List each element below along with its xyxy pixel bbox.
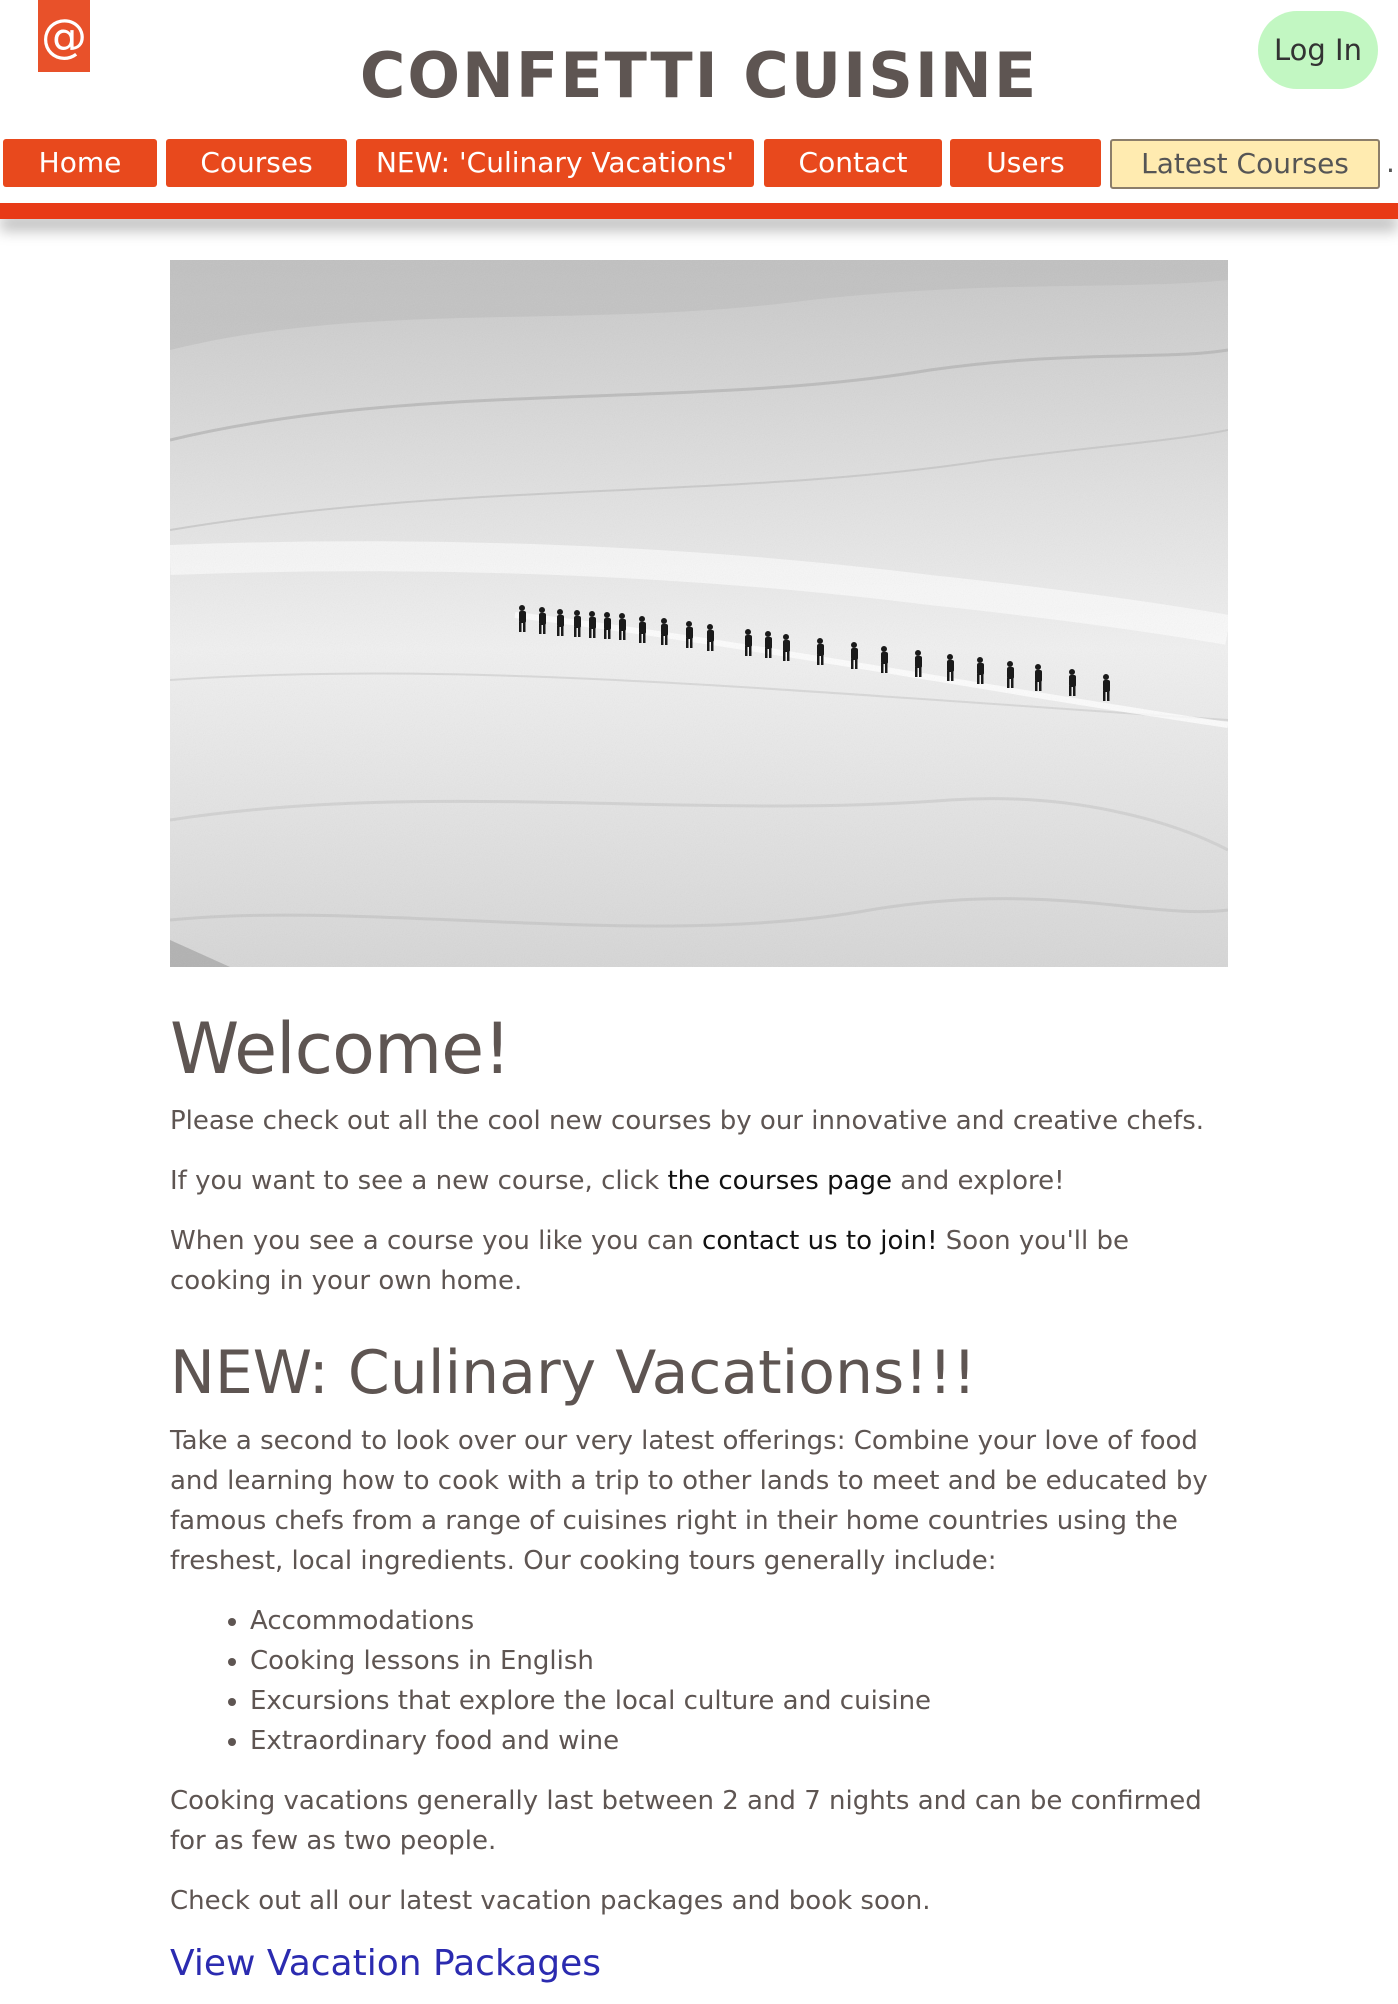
site-header: @ CONFETTI CUISINE Log In Home Courses N… [0, 0, 1398, 219]
nav-item-home[interactable]: Home [3, 139, 157, 187]
header-divider [0, 203, 1398, 219]
vacations-intro: Take a second to look over our very late… [170, 1426, 1208, 1576]
nav-item-users[interactable]: Users [950, 139, 1101, 187]
list-item: Cooking lessons in English [250, 1641, 1228, 1681]
site-title: CONFETTI CUISINE [359, 39, 1039, 112]
nav-item-culinary-vacations[interactable]: NEW: 'Culinary Vacations' [356, 139, 754, 187]
list-item: Accommodations [250, 1601, 1228, 1641]
tour-includes-list: Accommodations Cooking lessons in Englis… [170, 1601, 1228, 1761]
vacations-duration: Cooking vacations generally last between… [170, 1786, 1202, 1856]
main-content: Welcome! Please check out all the cool n… [170, 260, 1228, 1984]
nav-item-courses[interactable]: Courses [166, 139, 347, 187]
text-span: If you want to see a new course, click [170, 1166, 668, 1196]
welcome-paragraph-2: If you want to see a new course, click t… [170, 1161, 1228, 1201]
courses-page-link[interactable]: the courses page [667, 1166, 892, 1196]
list-item: Extraordinary food and wine [250, 1721, 1228, 1761]
text-span: When you see a course you like you can [170, 1226, 703, 1256]
login-button[interactable]: Log In [1258, 11, 1378, 89]
vacations-heading: NEW: Culinary Vacations!!! [170, 1338, 977, 1408]
contact-link[interactable]: contact us to join! [702, 1226, 937, 1256]
welcome-heading: Welcome! [170, 1008, 511, 1090]
nav-trailing-dot: . [1386, 146, 1395, 179]
list-item: Excursions that explore the local cultur… [250, 1681, 1228, 1721]
welcome-paragraph-1: Please check out all the cool new course… [170, 1106, 1205, 1136]
hero-image [170, 260, 1228, 967]
nav-item-contact[interactable]: Contact [764, 139, 942, 187]
view-vacation-packages-link[interactable]: View Vacation Packages [170, 1943, 601, 1984]
vacations-cta-text: Check out all our latest vacation packag… [170, 1886, 931, 1916]
text-span: and explore! [892, 1166, 1065, 1196]
nav-item-latest-courses[interactable]: Latest Courses [1110, 139, 1380, 189]
welcome-paragraph-3: When you see a course you like you can c… [170, 1221, 1228, 1301]
main-nav: Home Courses NEW: 'Culinary Vacations' C… [0, 139, 1398, 189]
